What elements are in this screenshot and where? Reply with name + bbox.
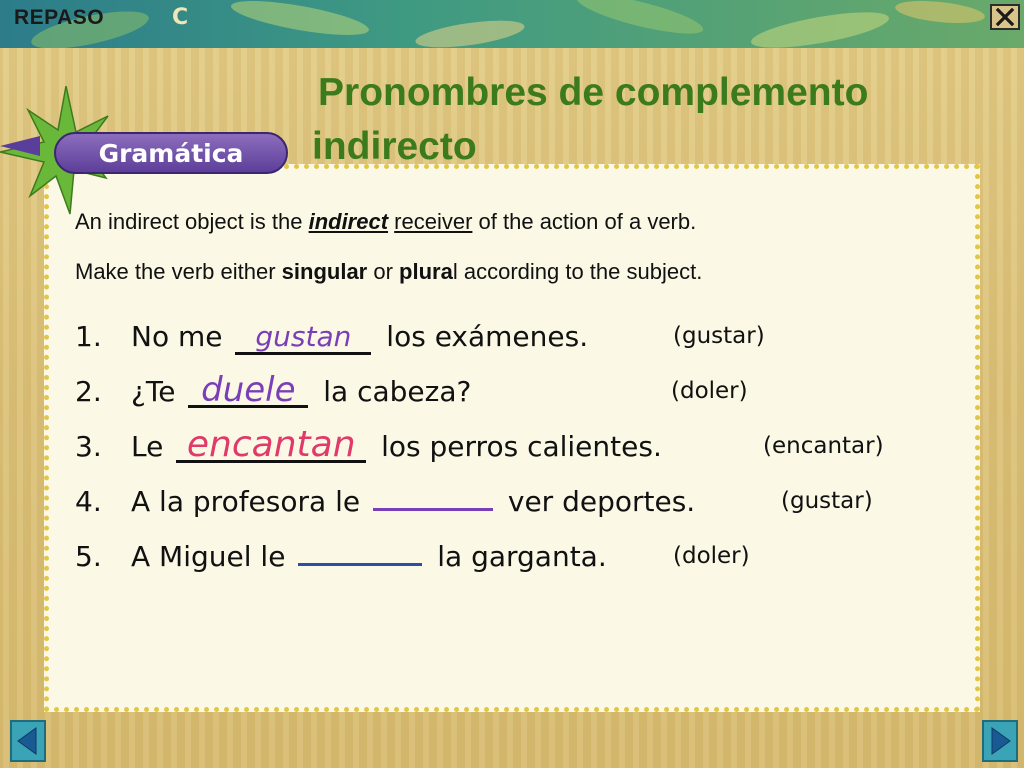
intro-text: or <box>367 259 400 284</box>
arrow-right-icon <box>982 720 1018 762</box>
exercise-text: Le <box>131 430 173 463</box>
exercise-item: 5. A Miguel le la garganta. (doler) <box>75 529 965 584</box>
exercise-number: 1. <box>75 320 102 353</box>
intro-text: of the action of a verb. <box>472 209 697 234</box>
page-title: Pronombres de complemento indirecto <box>312 66 992 174</box>
exercise-number: 5. <box>75 540 102 573</box>
exercise-text: ver deportes. <box>498 485 696 518</box>
title-line-2: indirecto <box>312 125 477 168</box>
exercise-list: 1. No me gustan los exámenes. (gustar) 2.… <box>75 309 965 584</box>
arrow-left-icon <box>10 720 46 762</box>
intro-text: l according to the subject. <box>452 259 703 284</box>
answer-blank[interactable]: gustan <box>235 320 372 355</box>
intro-emphasis: receiver <box>394 209 473 234</box>
verb-hint: (gustar) <box>781 488 873 514</box>
exercise-item: 1. No me gustan los exámenes. (gustar) <box>75 309 965 364</box>
answer-text: duele <box>201 370 296 410</box>
exercise-text: la cabeza? <box>314 375 472 408</box>
previous-button[interactable] <box>10 720 46 762</box>
exercise-number: 4. <box>75 485 102 518</box>
intro-line-1: An indirect object is the indirect recei… <box>75 209 965 235</box>
exercise-number: 3. <box>75 430 102 463</box>
close-icon <box>995 8 1015 26</box>
intro-emphasis: indirect <box>308 209 389 234</box>
exercise-text: los perros calientes. <box>372 430 662 463</box>
intro-emphasis: singular <box>281 259 368 284</box>
intro-text: An indirect object is the <box>75 209 309 234</box>
badge-label: Gramática <box>98 138 244 168</box>
exercise-text: A Miguel le <box>131 540 295 573</box>
gramatica-badge: Gramática <box>54 132 288 174</box>
section-letter: C <box>172 5 189 30</box>
answer-blank[interactable]: encantan <box>176 427 367 463</box>
answer-blank[interactable]: duele <box>188 373 309 408</box>
title-line-1: Pronombres de complemento <box>318 71 869 114</box>
exercise-text: la garganta. <box>428 540 607 573</box>
verb-hint: (gustar) <box>673 323 765 349</box>
exercise-text: No me <box>131 320 232 353</box>
leaf-decoration <box>31 0 985 48</box>
top-banner: REPASO C <box>0 0 1024 48</box>
verb-hint: (encantar) <box>763 433 884 459</box>
answer-text: gustan <box>255 320 352 353</box>
answer-blank[interactable] <box>298 533 423 566</box>
content-panel: An indirect object is the indirect recei… <box>44 164 980 712</box>
verb-hint: (doler) <box>671 378 748 404</box>
exercise-item: 3. Le encantan los perros calientes. (enc… <box>75 419 965 474</box>
answer-blank[interactable] <box>372 478 493 511</box>
panel-content: An indirect object is the indirect recei… <box>75 209 965 584</box>
exercise-text: A la profesora le <box>131 485 369 518</box>
section-label: REPASO <box>14 6 105 29</box>
intro-line-2: Make the verb either singular or plural … <box>75 259 965 285</box>
exercise-item: 2. ¿Te duele la cabeza? (doler) <box>75 364 965 419</box>
intro-text: Make the verb either <box>75 259 282 284</box>
intro-emphasis: plura <box>399 259 453 284</box>
exercise-text: los exámenes. <box>377 320 589 353</box>
answer-text: encantan <box>186 424 356 465</box>
exercise-text: ¿Te <box>131 375 185 408</box>
next-button[interactable] <box>982 720 1018 762</box>
verb-hint: (doler) <box>673 543 750 569</box>
exercise-item: 4. A la profesora le ver deportes. (gusta… <box>75 474 965 529</box>
exercise-number: 2. <box>75 375 102 408</box>
close-button[interactable] <box>990 4 1020 30</box>
